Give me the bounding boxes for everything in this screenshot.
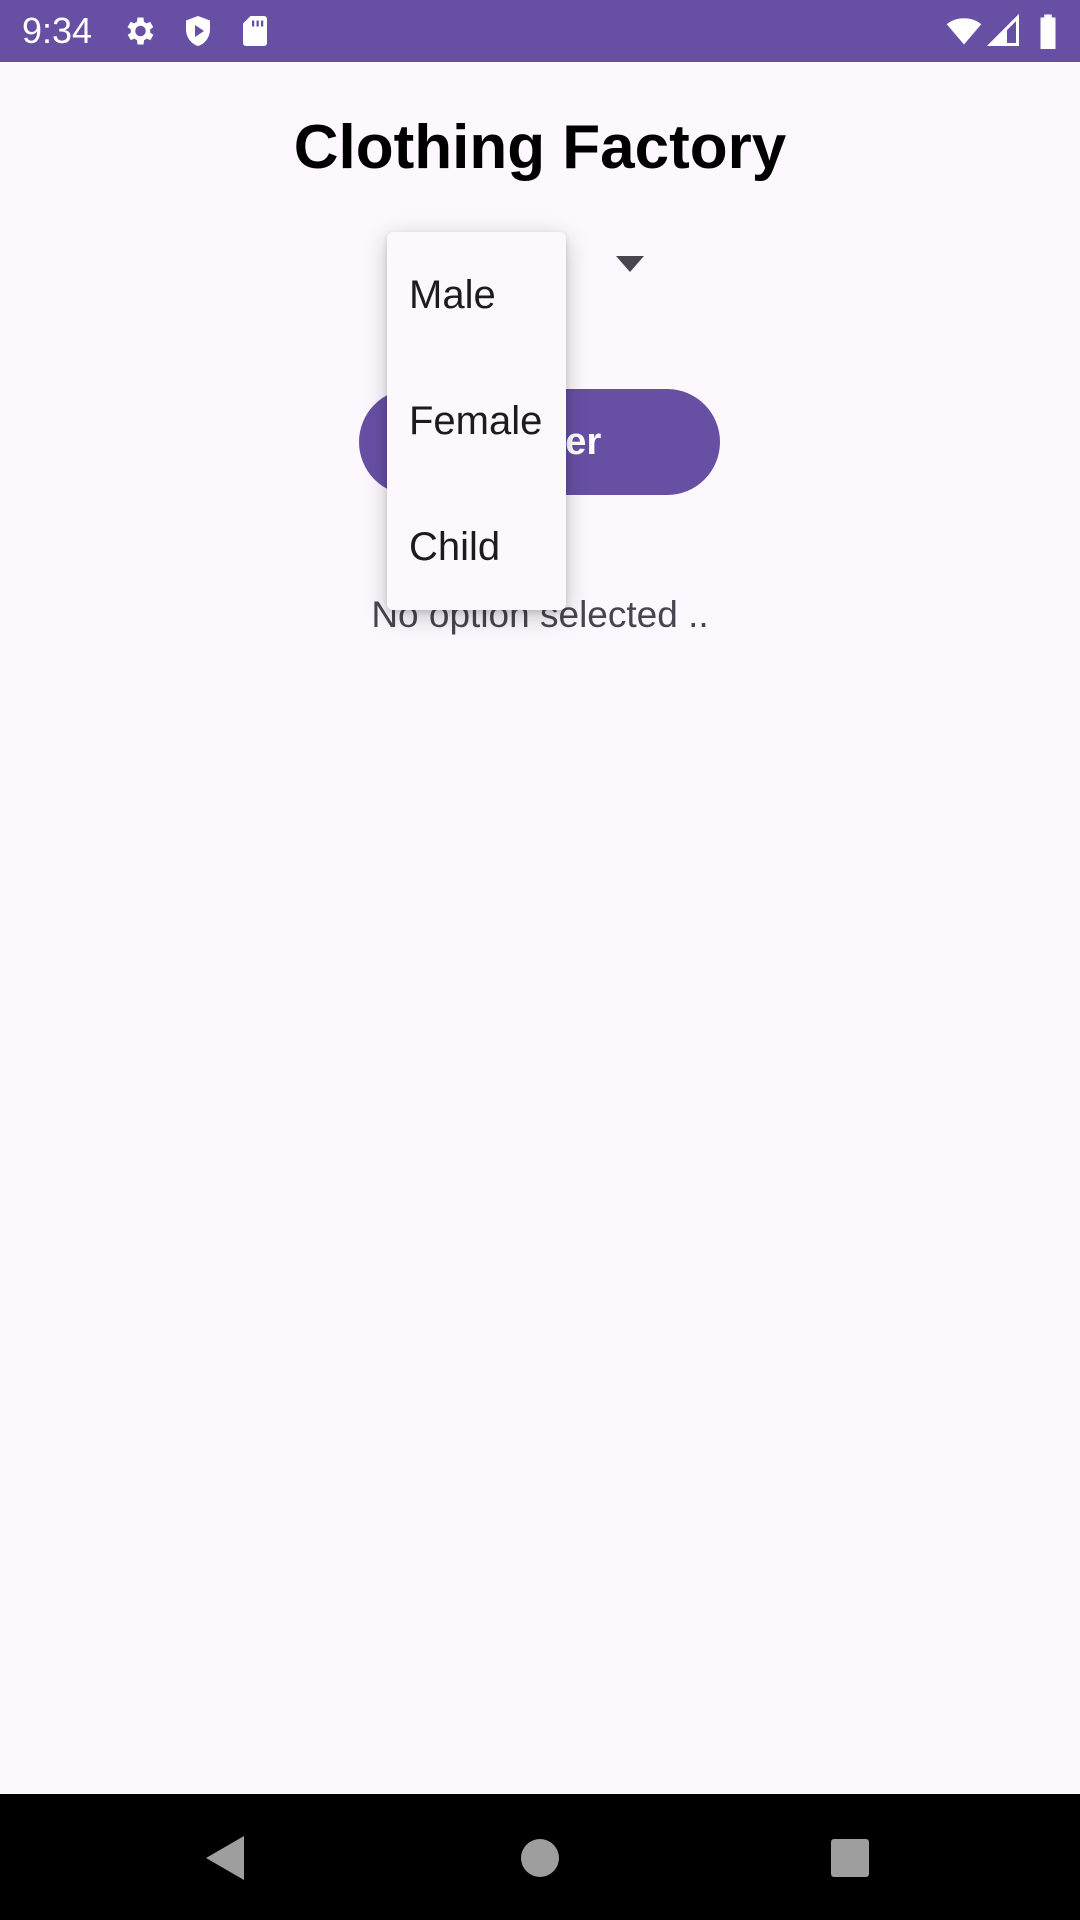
battery-icon	[1040, 14, 1056, 49]
gear-icon	[127, 17, 154, 45]
status-time: 9:34	[22, 10, 93, 51]
dropdown-arrow-icon[interactable]	[616, 256, 644, 272]
sd-card-icon	[243, 16, 267, 46]
recents-icon[interactable]	[818, 1826, 882, 1890]
navigation-bar	[0, 1794, 1080, 1920]
cell-signal-icon	[986, 13, 1019, 46]
wifi-icon	[946, 18, 982, 45]
gender-dropdown-menu: Male Female Child	[387, 232, 566, 610]
status-bar: 9:34	[0, 0, 1080, 62]
shield-play-icon	[186, 16, 210, 46]
back-icon[interactable]	[194, 1826, 258, 1890]
home-icon[interactable]	[508, 1826, 572, 1890]
dropdown-option-female[interactable]: Female	[387, 358, 566, 484]
dropdown-option-male[interactable]: Male	[387, 232, 566, 358]
dropdown-option-child[interactable]: Child	[387, 484, 566, 610]
page-title: Clothing Factory	[293, 113, 787, 182]
